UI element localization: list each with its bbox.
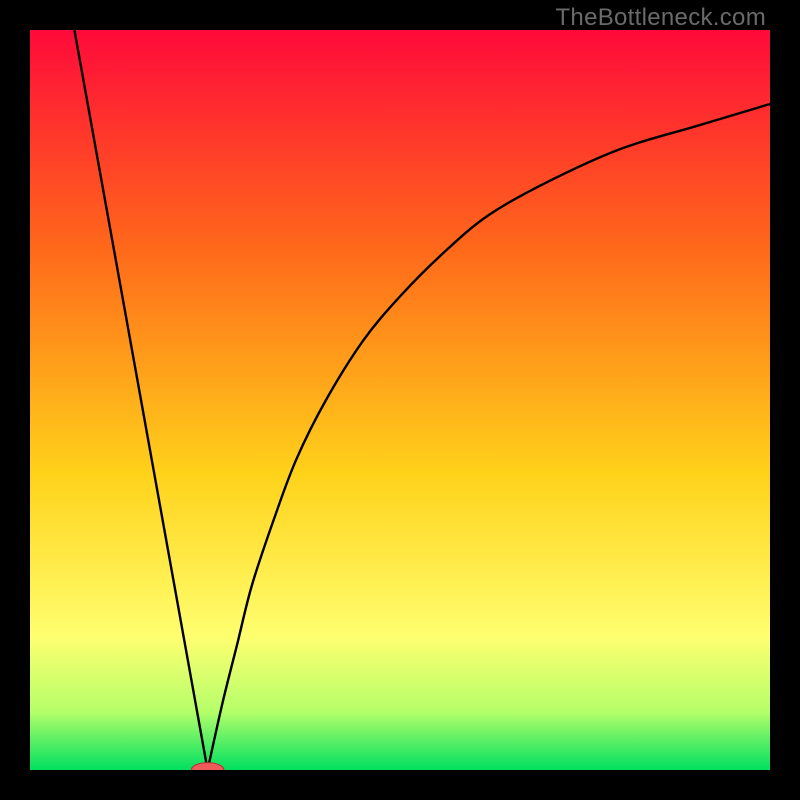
watermark-text: TheBottleneck.com bbox=[555, 4, 766, 32]
chart-frame bbox=[30, 30, 770, 770]
bottleneck-chart bbox=[30, 30, 770, 770]
